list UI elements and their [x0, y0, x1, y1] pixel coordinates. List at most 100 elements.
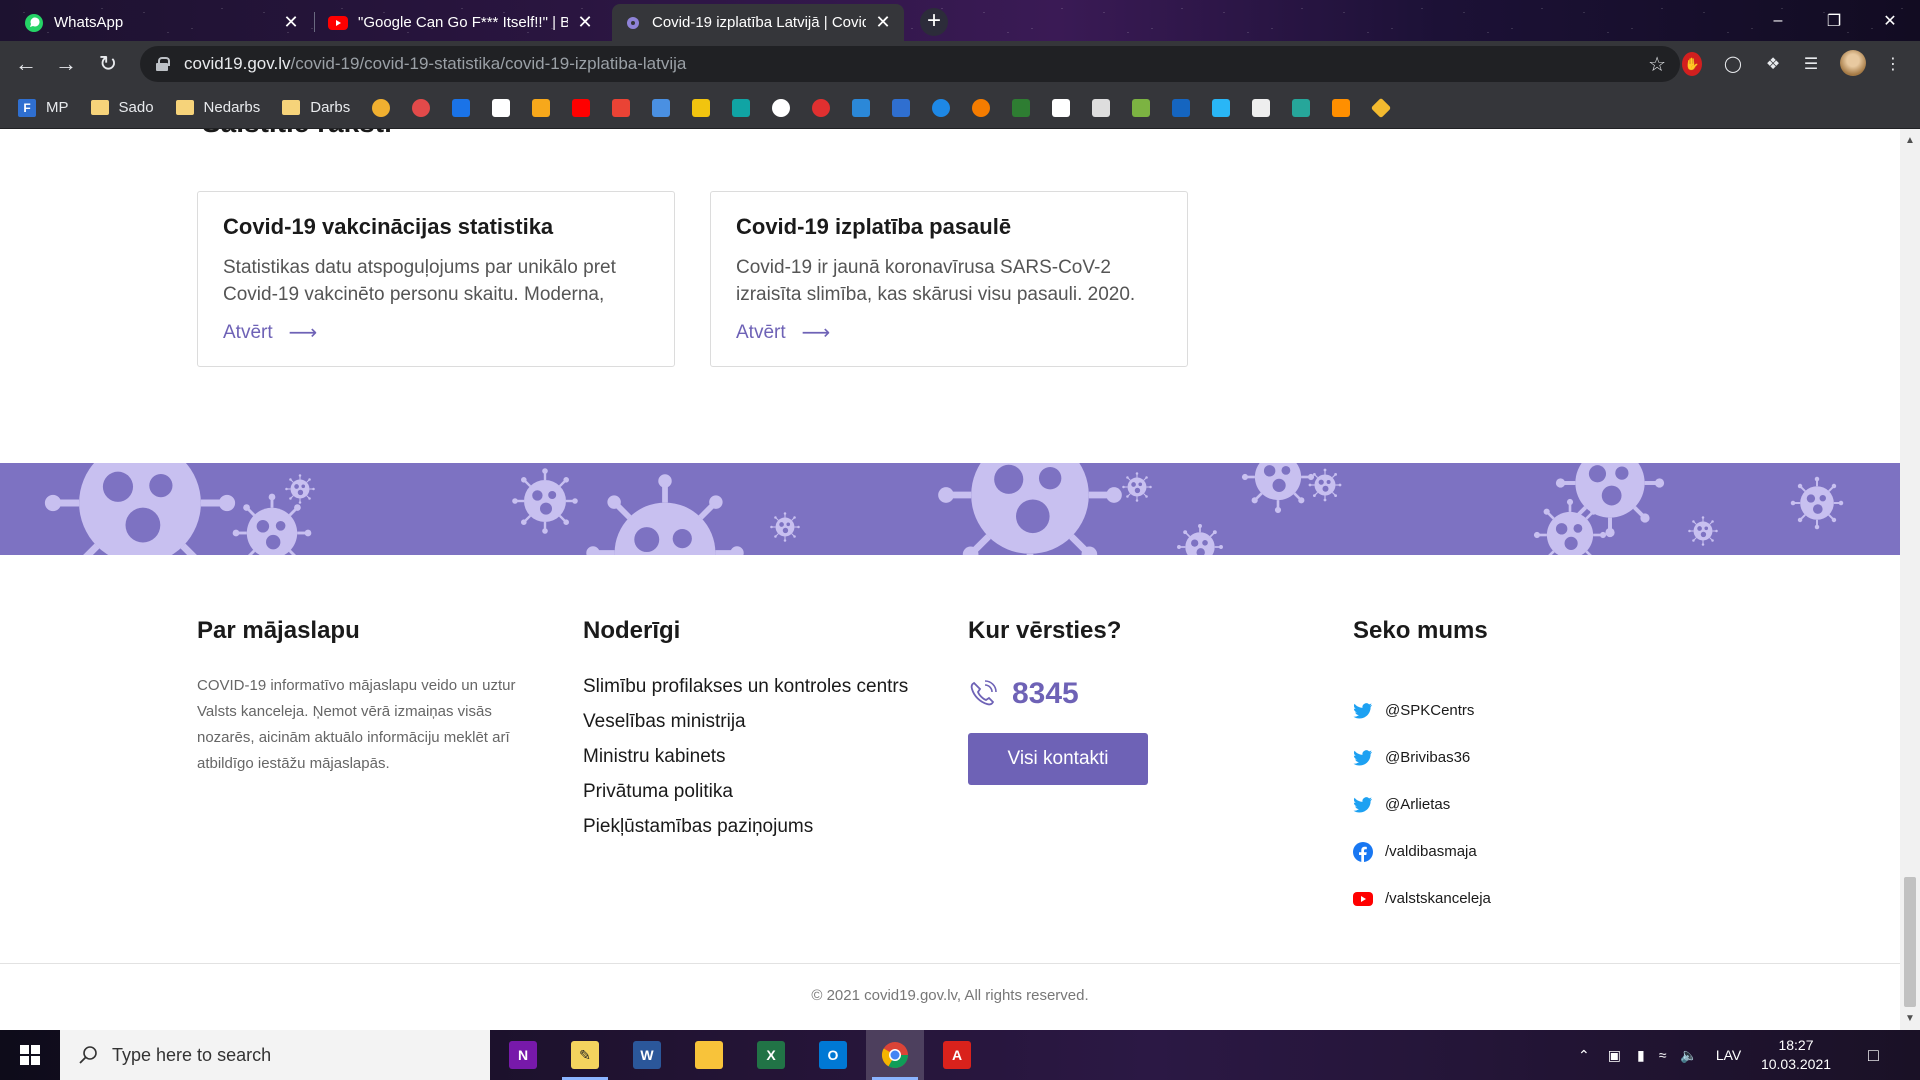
restore-icon[interactable]: ❐ — [1806, 0, 1862, 41]
close-window-icon[interactable]: ✕ — [1862, 0, 1918, 41]
bookmark-favicon[interactable] — [892, 98, 911, 117]
tab-close-icon[interactable]: ✕ — [282, 12, 300, 33]
bookmark-favicon[interactable] — [652, 98, 671, 117]
bookmark-favicon[interactable] — [1371, 97, 1392, 118]
bookmark-favicon[interactable] — [532, 98, 551, 117]
tab-whatsapp[interactable]: WhatsApp ✕ — [12, 4, 312, 41]
bookmark-favicon[interactable] — [812, 98, 831, 117]
taskbar-file-explorer[interactable] — [680, 1030, 738, 1080]
address-bar[interactable]: covid19.gov.lv/covid-19/covid-19-statist… — [140, 46, 1680, 82]
social-link-arlietas[interactable]: @Arlietas — [1353, 781, 1491, 828]
media-queue-icon[interactable]: ☰ — [1798, 51, 1824, 77]
related-card-world[interactable]: Covid-19 izplatība pasaulē Covid-19 ir j… — [710, 191, 1188, 367]
bookmark-favicon[interactable] — [1012, 98, 1031, 117]
extensions-puzzle-icon[interactable]: ❖ — [1760, 51, 1786, 77]
reload-icon[interactable]: ↻ — [94, 50, 122, 78]
social-link-valstskanceleja[interactable]: /valstskanceleja — [1353, 875, 1491, 922]
page-scrollbar[interactable]: ▲ ▼ — [1900, 129, 1920, 1030]
bookmark-favicon[interactable] — [1252, 98, 1271, 117]
social-link-brivibas36[interactable]: @Brivibas36 — [1353, 734, 1491, 781]
taskbar-app-yellow[interactable]: ✎ — [556, 1030, 614, 1080]
footer-link[interactable]: Privātuma politika — [583, 774, 908, 809]
related-card-vaccination[interactable]: Covid-19 vakcinācijas statistika Statist… — [197, 191, 675, 367]
bookmark-star-icon[interactable]: ☆ — [1648, 52, 1666, 77]
bookmark-favicon[interactable] — [1172, 98, 1191, 117]
covid-site-icon — [627, 16, 639, 29]
footer-link[interactable]: Ministru kabinets — [583, 739, 908, 774]
bookmark-favicon[interactable] — [772, 98, 791, 117]
bookmark-favicon[interactable] — [1092, 98, 1111, 117]
tab-title: WhatsApp — [54, 14, 124, 31]
bookmark-favicon[interactable] — [1292, 98, 1311, 117]
taskbar-outlook[interactable]: O — [804, 1030, 862, 1080]
bookmark-favicon[interactable] — [1132, 98, 1151, 117]
windows-start-button[interactable] — [0, 1030, 60, 1080]
scroll-up-icon[interactable]: ▲ — [1905, 135, 1915, 146]
back-icon[interactable]: ← — [12, 50, 40, 78]
volume-icon[interactable]: 🔈 — [1680, 1047, 1697, 1064]
social-link-valdibasmaja[interactable]: /valdibasmaja — [1353, 828, 1491, 875]
browser-toolbar: ← → ↻ covid19.gov.lv/covid-19/covid-19-s… — [0, 41, 1920, 87]
bookmark-mp[interactable]: F MP — [18, 98, 69, 117]
taskbar-onenote[interactable]: N — [494, 1030, 552, 1080]
bookmark-favicon[interactable] — [732, 98, 751, 117]
scroll-down-icon[interactable]: ▼ — [1905, 1013, 1915, 1024]
social-link-spkc[interactable]: @SPKCentrs — [1353, 687, 1491, 734]
bookmark-favicon[interactable] — [932, 98, 951, 117]
tray-chevron-icon[interactable]: ⌃ — [1578, 1047, 1590, 1064]
language-indicator[interactable]: LAV — [1716, 1047, 1741, 1063]
folder-icon — [90, 100, 109, 115]
forward-icon[interactable]: → — [52, 50, 80, 78]
bookmark-favicon[interactable] — [972, 98, 991, 117]
virus-decoration-band — [0, 463, 1900, 555]
tab-close-icon[interactable]: ✕ — [576, 12, 594, 33]
tray-app-icon[interactable]: ▣ — [1608, 1047, 1621, 1064]
footer-useful-heading: Noderīgi — [583, 617, 681, 644]
footer-link[interactable]: Slimību profilakses un kontroles centrs — [583, 669, 908, 704]
bookmark-folder-darbs[interactable]: Darbs — [282, 99, 350, 116]
bookmark-favicon[interactable] — [1212, 98, 1231, 117]
footer-link[interactable]: Piekļūstamības paziņojums — [583, 809, 908, 844]
bookmark-folder-sado[interactable]: Sado — [90, 99, 154, 116]
taskbar-search-input[interactable]: Type here to search — [60, 1030, 490, 1080]
battery-icon[interactable]: ▮ — [1637, 1047, 1645, 1064]
bookmark-favicon[interactable] — [692, 98, 711, 117]
all-contacts-button[interactable]: Visi kontakti — [968, 733, 1148, 785]
adblock-icon[interactable]: ✋ — [1682, 52, 1702, 76]
bookmark-favicon[interactable] — [1052, 98, 1071, 117]
outlook-icon: O — [819, 1041, 847, 1069]
new-tab-button[interactable]: + — [920, 8, 948, 36]
social-label: @SPKCentrs — [1385, 702, 1475, 719]
wifi-icon[interactable]: ≈ — [1659, 1047, 1667, 1063]
minimize-icon[interactable]: – — [1750, 0, 1806, 41]
tab-youtube[interactable]: "Google Can Go F*** Itself!!" | Be ✕ — [316, 4, 606, 41]
bookmark-favicon[interactable] — [412, 98, 431, 117]
notifications-icon[interactable]: □ — [1868, 1030, 1879, 1080]
bookmark-favicon[interactable] — [1332, 98, 1351, 117]
virus-pattern — [0, 463, 1900, 555]
tab-close-icon[interactable]: ✕ — [874, 12, 892, 33]
hotline[interactable]: 8345 — [968, 677, 1148, 711]
taskbar-word[interactable]: W — [618, 1030, 676, 1080]
profile-avatar[interactable] — [1840, 50, 1866, 76]
taskbar-clock[interactable]: 18:27 10.03.2021 — [1756, 1036, 1836, 1074]
tab-covid19[interactable]: Covid-19 izplatība Latvijā | Covid ✕ — [612, 4, 904, 41]
extension-glasses-icon[interactable]: ◯ — [1720, 51, 1746, 77]
taskbar-excel[interactable]: X — [742, 1030, 800, 1080]
footer-link[interactable]: Veselības ministrija — [583, 704, 908, 739]
bookmark-favicon[interactable] — [372, 98, 391, 117]
card-title: Covid-19 vakcinācijas statistika — [223, 214, 554, 239]
card-open-link[interactable]: Atvērt ⟶ — [223, 320, 649, 345]
card-open-link[interactable]: Atvērt ⟶ — [736, 320, 1162, 345]
bookmark-favicon[interactable] — [852, 98, 871, 117]
clock-time: 18:27 — [1778, 1037, 1814, 1053]
bookmark-favicon[interactable] — [452, 98, 471, 117]
menu-dots-icon[interactable]: ⋮ — [1880, 51, 1906, 77]
bookmark-favicon[interactable] — [492, 98, 511, 117]
taskbar-chrome[interactable] — [866, 1030, 924, 1080]
bookmark-favicon[interactable] — [612, 98, 631, 117]
bookmark-favicon[interactable] — [572, 98, 591, 117]
bookmark-folder-nedarbs[interactable]: Nedarbs — [175, 99, 260, 116]
scrollbar-thumb[interactable] — [1904, 877, 1916, 1007]
taskbar-acrobat[interactable]: A — [928, 1030, 986, 1080]
